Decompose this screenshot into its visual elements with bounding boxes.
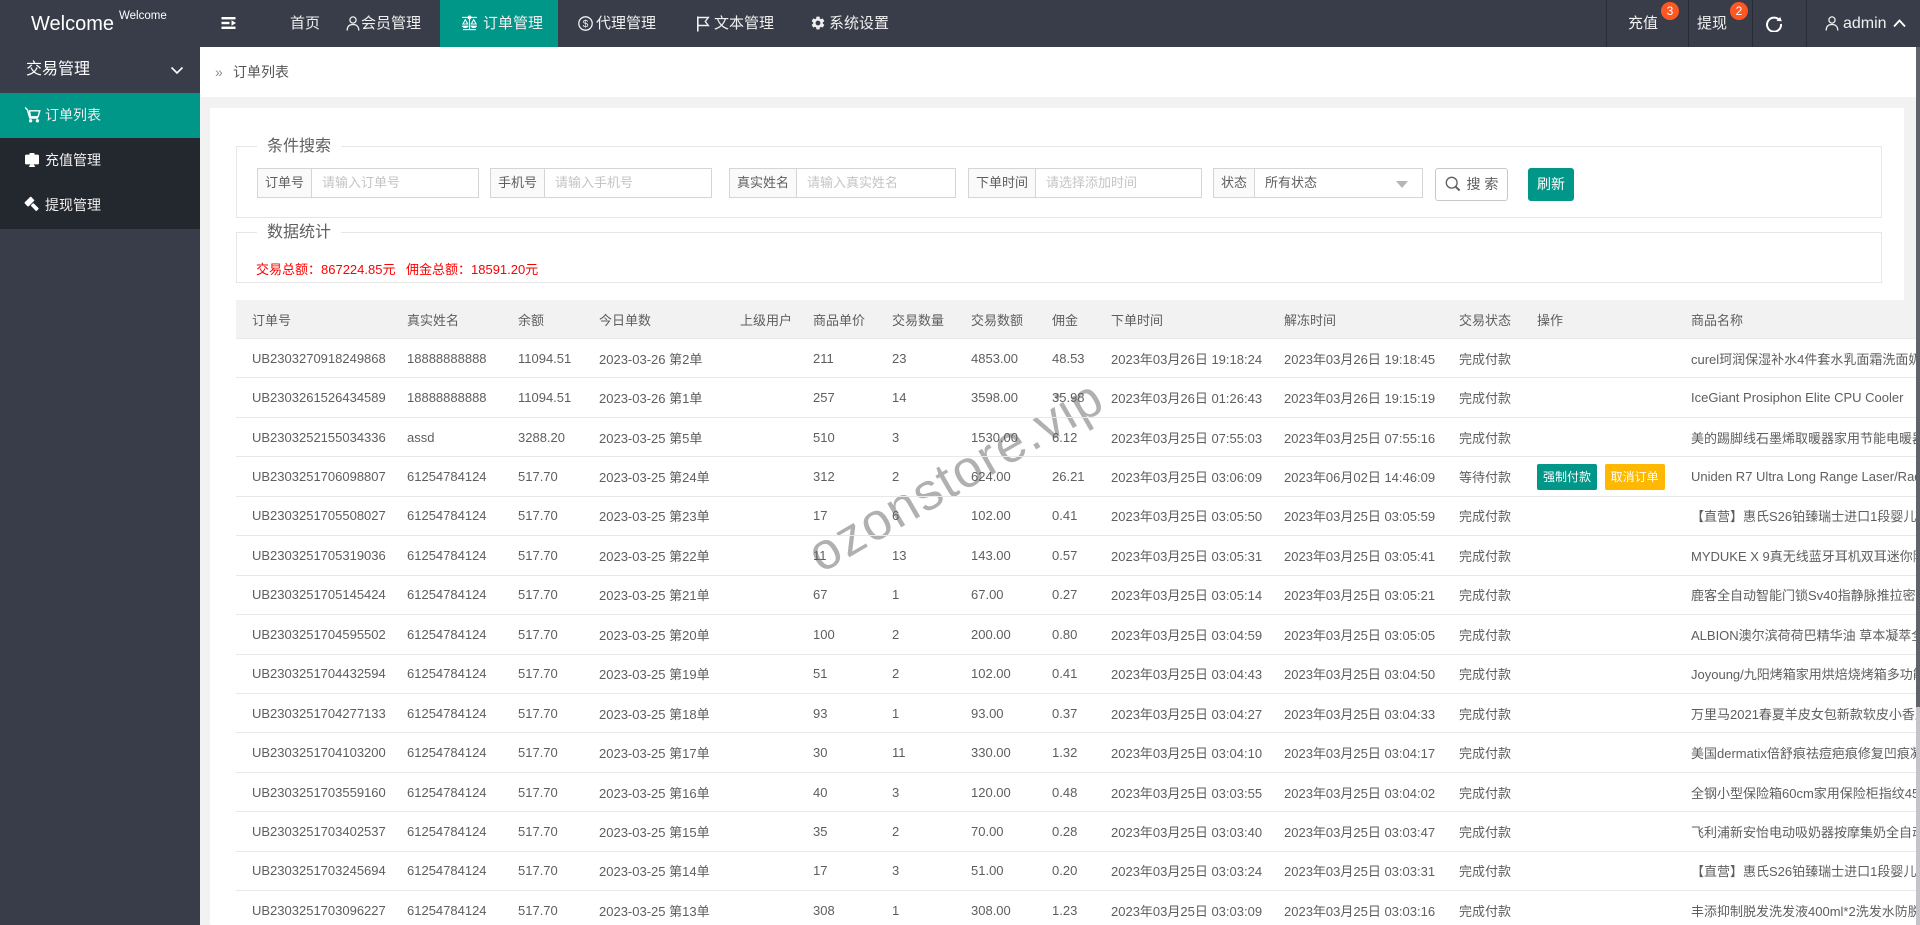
svg-text:$: $	[583, 19, 589, 30]
